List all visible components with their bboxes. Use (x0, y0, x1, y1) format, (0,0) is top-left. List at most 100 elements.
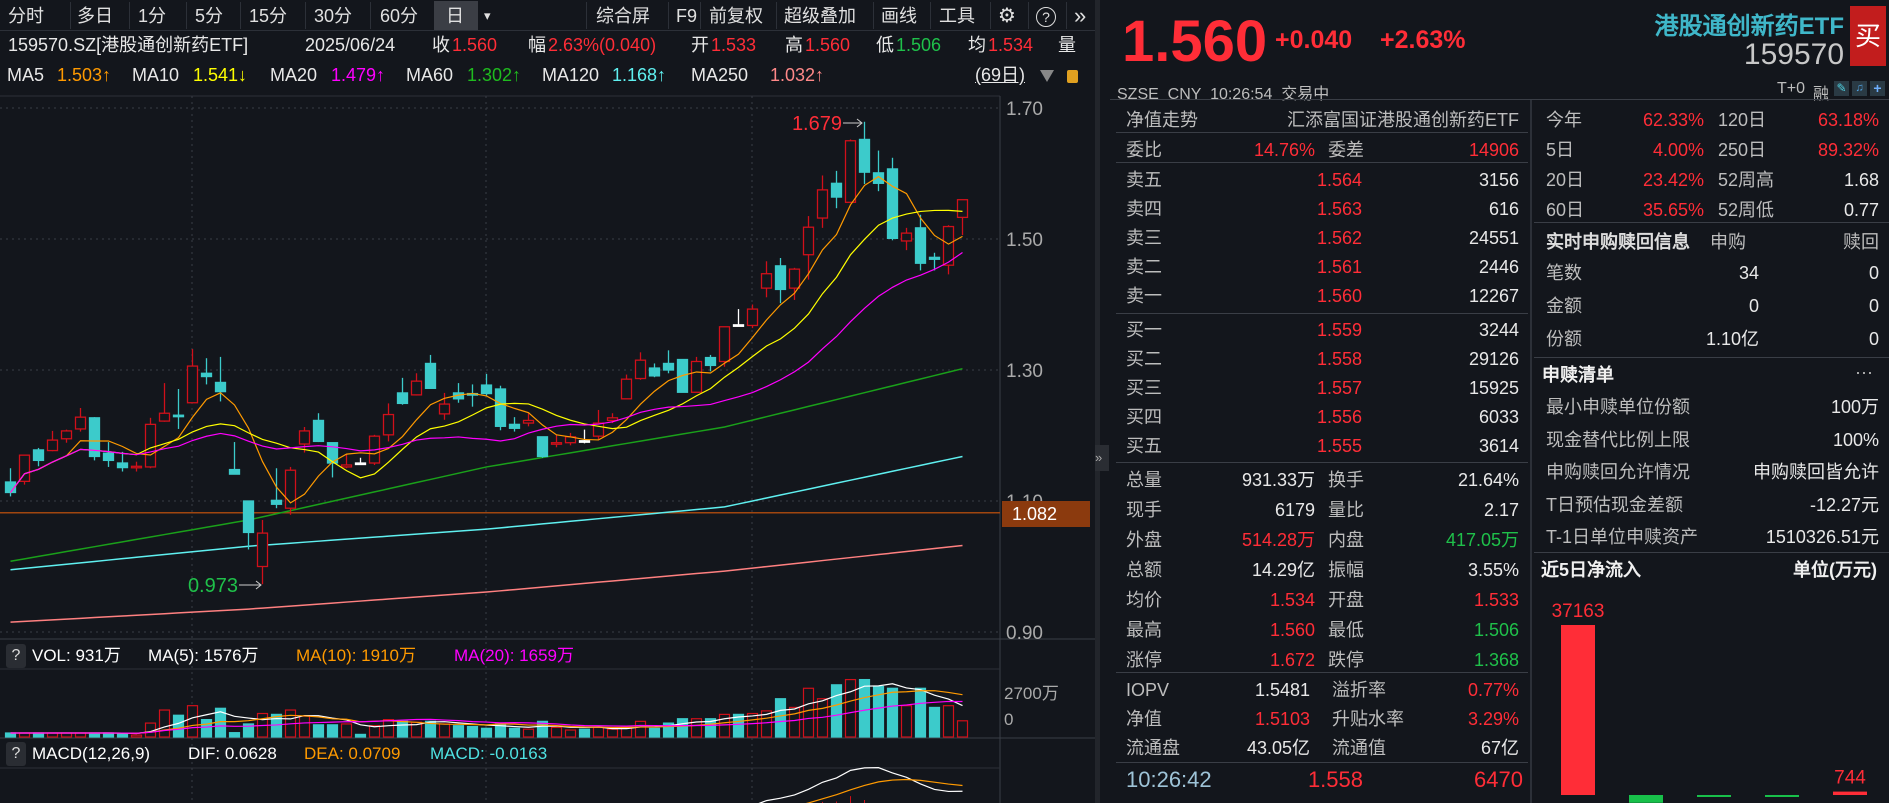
nav-trend-label[interactable]: 净值走势 (1126, 108, 1198, 132)
creation-redemption-title: 实时申购赎回信息 (1546, 232, 1690, 252)
bell-icon[interactable]: ♫ (1852, 81, 1867, 96)
volume-bar (130, 734, 143, 738)
bid-price: 1.558 (1316, 349, 1362, 369)
volume-bar (550, 726, 563, 738)
stat-value: 14.29亿 (1251, 560, 1315, 580)
creation-col-header: 申购 (1710, 232, 1746, 252)
high-arrow-icon (843, 118, 863, 128)
vol-value: VOL: 931万 (32, 646, 121, 665)
buy-button[interactable]: 买 (1850, 6, 1886, 66)
price-tick-label: 1.50 (1006, 230, 1043, 251)
volume-bar (4, 732, 17, 738)
ask-price: 1.562 (1316, 228, 1362, 248)
volume-bar (368, 725, 381, 738)
perf-label: 5日 (1546, 140, 1575, 160)
stat-label: 最低 (1328, 620, 1364, 640)
redemption-value: 0 (1868, 296, 1879, 316)
last-trade-volume: 6470 (1474, 767, 1523, 792)
etf-stat-label: 流通值 (1332, 738, 1386, 758)
fund-name: 汇添富国证港股通创新药ETF (1287, 110, 1519, 130)
perf-label: 250日 (1718, 140, 1767, 160)
creation-value: 1.10亿 (1705, 329, 1759, 349)
stat-label: 换手 (1328, 470, 1364, 490)
volume-bar (396, 720, 409, 738)
redemption-col-header: 赎回 (1843, 232, 1879, 252)
pencil-icon[interactable]: ✎ (1834, 81, 1849, 96)
candle-body (914, 227, 927, 264)
etf-stat-value: 67亿 (1480, 738, 1519, 758)
volume-bar (158, 709, 171, 738)
volume-bar (592, 726, 605, 738)
kline-chart[interactable]: 1.701.501.301.100.901.6790.973 (0, 0, 1095, 803)
stat-value: 6179 (1274, 500, 1315, 520)
candle-body (746, 308, 759, 327)
volume-bar (746, 712, 759, 738)
creation-value: 34 (1738, 263, 1759, 283)
candle-body (214, 381, 227, 393)
candle-body (634, 359, 647, 380)
volume-bar (578, 728, 591, 738)
bid-price: 1.559 (1316, 320, 1362, 340)
macd-hist: MACD: -0.0163 (430, 744, 548, 763)
candle-body (886, 168, 899, 239)
perf-value: 63.18% (1817, 110, 1879, 130)
ask-level-label: 卖四 (1126, 199, 1162, 219)
bid-level-label: 买一 (1126, 320, 1162, 340)
ask-level-label: 卖一 (1126, 286, 1162, 306)
net-inflow-bar (1765, 795, 1799, 797)
ask-volume: 24551 (1468, 228, 1519, 248)
stat-label: 开盘 (1328, 590, 1364, 610)
candle-body (536, 436, 549, 458)
ask-level-label: 卖三 (1126, 228, 1162, 248)
margin-badge: 融 (1813, 86, 1830, 103)
macd-dea: DEA: 0.0709 (304, 744, 401, 763)
more-icon[interactable]: ··· (1855, 360, 1873, 384)
volume-bar (942, 705, 955, 738)
perf-label: 今年 (1546, 110, 1582, 130)
macd-help-icon[interactable]: ? (6, 742, 26, 766)
etf-stat-value: 3.29% (1467, 709, 1519, 729)
panel-splitter[interactable] (1095, 0, 1100, 803)
stat-label: 现手 (1126, 500, 1162, 520)
last-trade-time: 10:26:42 (1126, 767, 1212, 792)
ask-price: 1.564 (1316, 170, 1362, 190)
pcf-label: 现金替代比例上限 (1546, 429, 1690, 450)
candle-body (956, 199, 969, 219)
stat-label: 最高 (1126, 620, 1162, 640)
candle-body (228, 468, 241, 475)
volume-bar (18, 732, 31, 738)
plus-icon[interactable]: + (1870, 81, 1885, 96)
net-inflow-title: 近5日净流入 (1541, 560, 1642, 580)
collapse-panel-icon[interactable]: » (1095, 445, 1109, 471)
volume-bar (508, 727, 521, 738)
candle-body (732, 324, 745, 327)
candle-body (606, 417, 619, 422)
candle-body (298, 430, 311, 445)
pcf-label: 申购赎回允许情况 (1546, 462, 1690, 482)
net-inflow-bar (1833, 791, 1867, 795)
candle-body (354, 462, 367, 466)
candle-body (312, 419, 325, 443)
last-trade-price: 1.558 (1307, 767, 1363, 792)
perf-label: 52周高 (1718, 170, 1775, 190)
candle-body (410, 380, 423, 396)
vol-help-icon[interactable]: ? (6, 644, 26, 668)
bid-volume: 3614 (1478, 436, 1519, 456)
macd-dif: DIF: 0.0628 (188, 744, 277, 763)
bid-level-label: 买三 (1126, 378, 1162, 398)
candle-body (480, 384, 493, 395)
bid-price: 1.555 (1316, 436, 1362, 456)
bid-price: 1.556 (1316, 407, 1362, 427)
stat-label: 内盘 (1328, 530, 1364, 550)
volume-bar (354, 733, 367, 738)
volume-bar (830, 684, 843, 738)
net-inflow-label: 744 (1834, 768, 1866, 789)
price-change-pct: +2.63% (1380, 26, 1466, 54)
volume-bar (928, 706, 941, 738)
pcf-label: T日预估现金差额 (1546, 494, 1683, 515)
candle-body (494, 388, 507, 427)
ask-price: 1.563 (1316, 199, 1362, 219)
candle-body (102, 452, 115, 462)
candle-body (718, 326, 731, 363)
volume-bar (900, 705, 913, 738)
